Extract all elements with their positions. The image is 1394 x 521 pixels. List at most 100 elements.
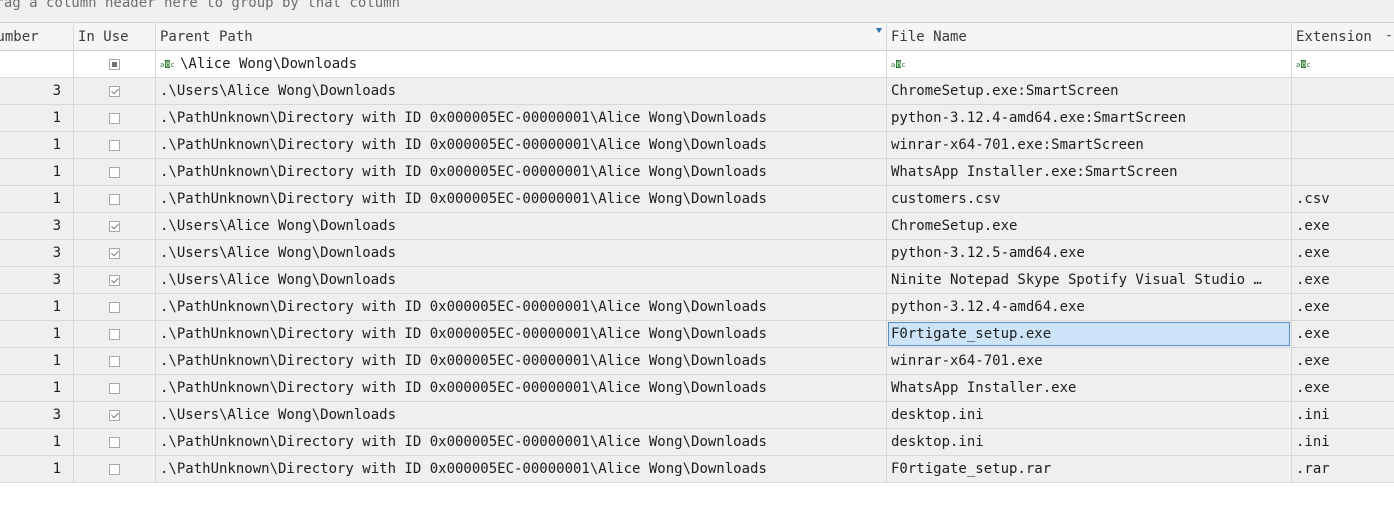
extension-cell[interactable]: .exe — [1292, 240, 1394, 266]
in-use-filter-checkbox[interactable] — [109, 58, 120, 70]
in-use-checkbox[interactable] — [109, 112, 120, 124]
in-use-cell[interactable] — [74, 186, 156, 212]
file-name-cell[interactable]: python-3.12.4-amd64.exe — [887, 294, 1292, 320]
extension-cell[interactable] — [1292, 78, 1394, 104]
text-filter-icon[interactable]: aBc — [160, 58, 176, 70]
column-menu-icon[interactable]: ⁃ — [1386, 29, 1392, 43]
table-row[interactable]: 1 .\PathUnknown\Directory with ID 0x0000… — [0, 321, 1394, 348]
file-name-cell[interactable]: desktop.ini — [887, 402, 1292, 428]
in-use-cell[interactable] — [74, 456, 156, 482]
in-use-checkbox[interactable] — [109, 436, 120, 448]
number-cell[interactable]: 3 — [0, 78, 74, 104]
number-cell[interactable]: 1 — [0, 321, 74, 347]
in-use-checkbox[interactable] — [109, 193, 120, 205]
number-cell[interactable]: 1 — [0, 159, 74, 185]
extension-cell[interactable] — [1292, 105, 1394, 131]
filter-cell-number[interactable] — [0, 51, 74, 77]
file-name-cell[interactable]: ChromeSetup.exe — [887, 213, 1292, 239]
extension-cell[interactable]: .exe — [1292, 267, 1394, 293]
number-cell[interactable]: 3 — [0, 240, 74, 266]
in-use-cell[interactable] — [74, 267, 156, 293]
number-cell[interactable]: 1 — [0, 348, 74, 374]
number-cell[interactable]: 1 — [0, 186, 74, 212]
table-row[interactable]: 1 .\PathUnknown\Directory with ID 0x0000… — [0, 186, 1394, 213]
file-name-cell[interactable]: F0rtigate_setup.rar — [887, 456, 1292, 482]
column-header-parent-path[interactable]: Parent Path — [156, 23, 887, 50]
in-use-cell[interactable] — [74, 213, 156, 239]
in-use-cell[interactable] — [74, 402, 156, 428]
in-use-checkbox[interactable] — [109, 463, 120, 475]
file-name-cell[interactable]: Ninite Notepad Skype Spotify Visual Stud… — [887, 267, 1292, 293]
parent-path-cell[interactable]: .\Users\Alice Wong\Downloads — [156, 240, 887, 266]
table-row[interactable]: 1 .\PathUnknown\Directory with ID 0x0000… — [0, 132, 1394, 159]
file-name-cell[interactable]: F0rtigate_setup.exe — [887, 321, 1292, 347]
in-use-cell[interactable] — [74, 429, 156, 455]
in-use-checkbox[interactable] — [109, 274, 120, 286]
parent-path-cell[interactable]: .\PathUnknown\Directory with ID 0x000005… — [156, 105, 887, 131]
table-row[interactable]: 3 .\Users\Alice Wong\Downloads python-3.… — [0, 240, 1394, 267]
number-cell[interactable]: 1 — [0, 294, 74, 320]
table-row[interactable]: 1 .\PathUnknown\Directory with ID 0x0000… — [0, 159, 1394, 186]
extension-cell[interactable]: .csv — [1292, 186, 1394, 212]
table-row[interactable]: 1 .\PathUnknown\Directory with ID 0x0000… — [0, 429, 1394, 456]
column-header-file-name[interactable]: File Name — [887, 23, 1292, 50]
in-use-checkbox[interactable] — [109, 220, 120, 232]
filter-cell-parent-path[interactable]: aBc \Alice Wong\Downloads — [156, 51, 887, 77]
in-use-cell[interactable] — [74, 348, 156, 374]
table-row[interactable]: 3 .\Users\Alice Wong\Downloads Ninite No… — [0, 267, 1394, 294]
file-name-cell[interactable]: WhatsApp Installer.exe — [887, 375, 1292, 401]
in-use-cell[interactable] — [74, 321, 156, 347]
parent-path-cell[interactable]: .\PathUnknown\Directory with ID 0x000005… — [156, 294, 887, 320]
filter-cell-file-name[interactable]: aBc — [887, 51, 1292, 77]
in-use-checkbox[interactable] — [109, 301, 120, 313]
in-use-checkbox[interactable] — [109, 409, 120, 421]
in-use-checkbox[interactable] — [109, 328, 120, 340]
number-cell[interactable]: 1 — [0, 105, 74, 131]
extension-cell[interactable]: .rar — [1292, 456, 1394, 482]
parent-path-cell[interactable]: .\Users\Alice Wong\Downloads — [156, 213, 887, 239]
number-cell[interactable]: 3 — [0, 213, 74, 239]
extension-cell[interactable]: .exe — [1292, 321, 1394, 347]
in-use-checkbox[interactable] — [109, 382, 120, 394]
extension-cell[interactable]: .ini — [1292, 402, 1394, 428]
table-row[interactable]: 3 .\Users\Alice Wong\Downloads ChromeSet… — [0, 78, 1394, 105]
in-use-cell[interactable] — [74, 375, 156, 401]
filter-cell-in-use[interactable] — [74, 51, 156, 77]
in-use-checkbox[interactable] — [109, 139, 120, 151]
parent-path-cell[interactable]: .\Users\Alice Wong\Downloads — [156, 267, 887, 293]
parent-path-cell[interactable]: .\PathUnknown\Directory with ID 0x000005… — [156, 186, 887, 212]
extension-cell[interactable]: .exe — [1292, 348, 1394, 374]
in-use-checkbox[interactable] — [109, 355, 120, 367]
number-cell[interactable]: 1 — [0, 132, 74, 158]
file-name-cell[interactable]: desktop.ini — [887, 429, 1292, 455]
in-use-cell[interactable] — [74, 105, 156, 131]
file-name-cell[interactable]: winrar-x64-701.exe — [887, 348, 1292, 374]
group-by-panel[interactable]: Drag a column header here to group by th… — [0, 0, 1394, 23]
table-row[interactable]: 1 .\PathUnknown\Directory with ID 0x0000… — [0, 105, 1394, 132]
file-name-cell[interactable]: customers.csv — [887, 186, 1292, 212]
number-cell[interactable]: 3 — [0, 402, 74, 428]
parent-path-cell[interactable]: .\PathUnknown\Directory with ID 0x000005… — [156, 456, 887, 482]
extension-cell[interactable]: .ini — [1292, 429, 1394, 455]
number-cell[interactable]: 1 — [0, 429, 74, 455]
table-row[interactable]: 1 .\PathUnknown\Directory with ID 0x0000… — [0, 294, 1394, 321]
extension-cell[interactable] — [1292, 132, 1394, 158]
file-name-cell[interactable]: python-3.12.5-amd64.exe — [887, 240, 1292, 266]
parent-path-cell[interactable]: .\PathUnknown\Directory with ID 0x000005… — [156, 375, 887, 401]
in-use-cell[interactable] — [74, 132, 156, 158]
filter-cell-extension[interactable]: aBc — [1292, 51, 1394, 77]
file-name-cell[interactable]: WhatsApp Installer.exe:SmartScreen — [887, 159, 1292, 185]
parent-path-cell[interactable]: .\PathUnknown\Directory with ID 0x000005… — [156, 321, 887, 347]
extension-cell[interactable]: .exe — [1292, 375, 1394, 401]
table-row[interactable]: 3 .\Users\Alice Wong\Downloads desktop.i… — [0, 402, 1394, 429]
text-filter-icon[interactable]: aBc — [891, 58, 907, 70]
text-filter-icon[interactable]: aBc — [1296, 58, 1312, 70]
file-name-cell[interactable]: ChromeSetup.exe:SmartScreen — [887, 78, 1292, 104]
file-name-cell[interactable]: winrar-x64-701.exe:SmartScreen — [887, 132, 1292, 158]
table-row[interactable]: 1 .\PathUnknown\Directory with ID 0x0000… — [0, 348, 1394, 375]
table-row[interactable]: 1 .\PathUnknown\Directory with ID 0x0000… — [0, 375, 1394, 402]
in-use-cell[interactable] — [74, 240, 156, 266]
table-row[interactable]: 3 .\Users\Alice Wong\Downloads ChromeSet… — [0, 213, 1394, 240]
extension-cell[interactable] — [1292, 159, 1394, 185]
number-cell[interactable]: 1 — [0, 456, 74, 482]
